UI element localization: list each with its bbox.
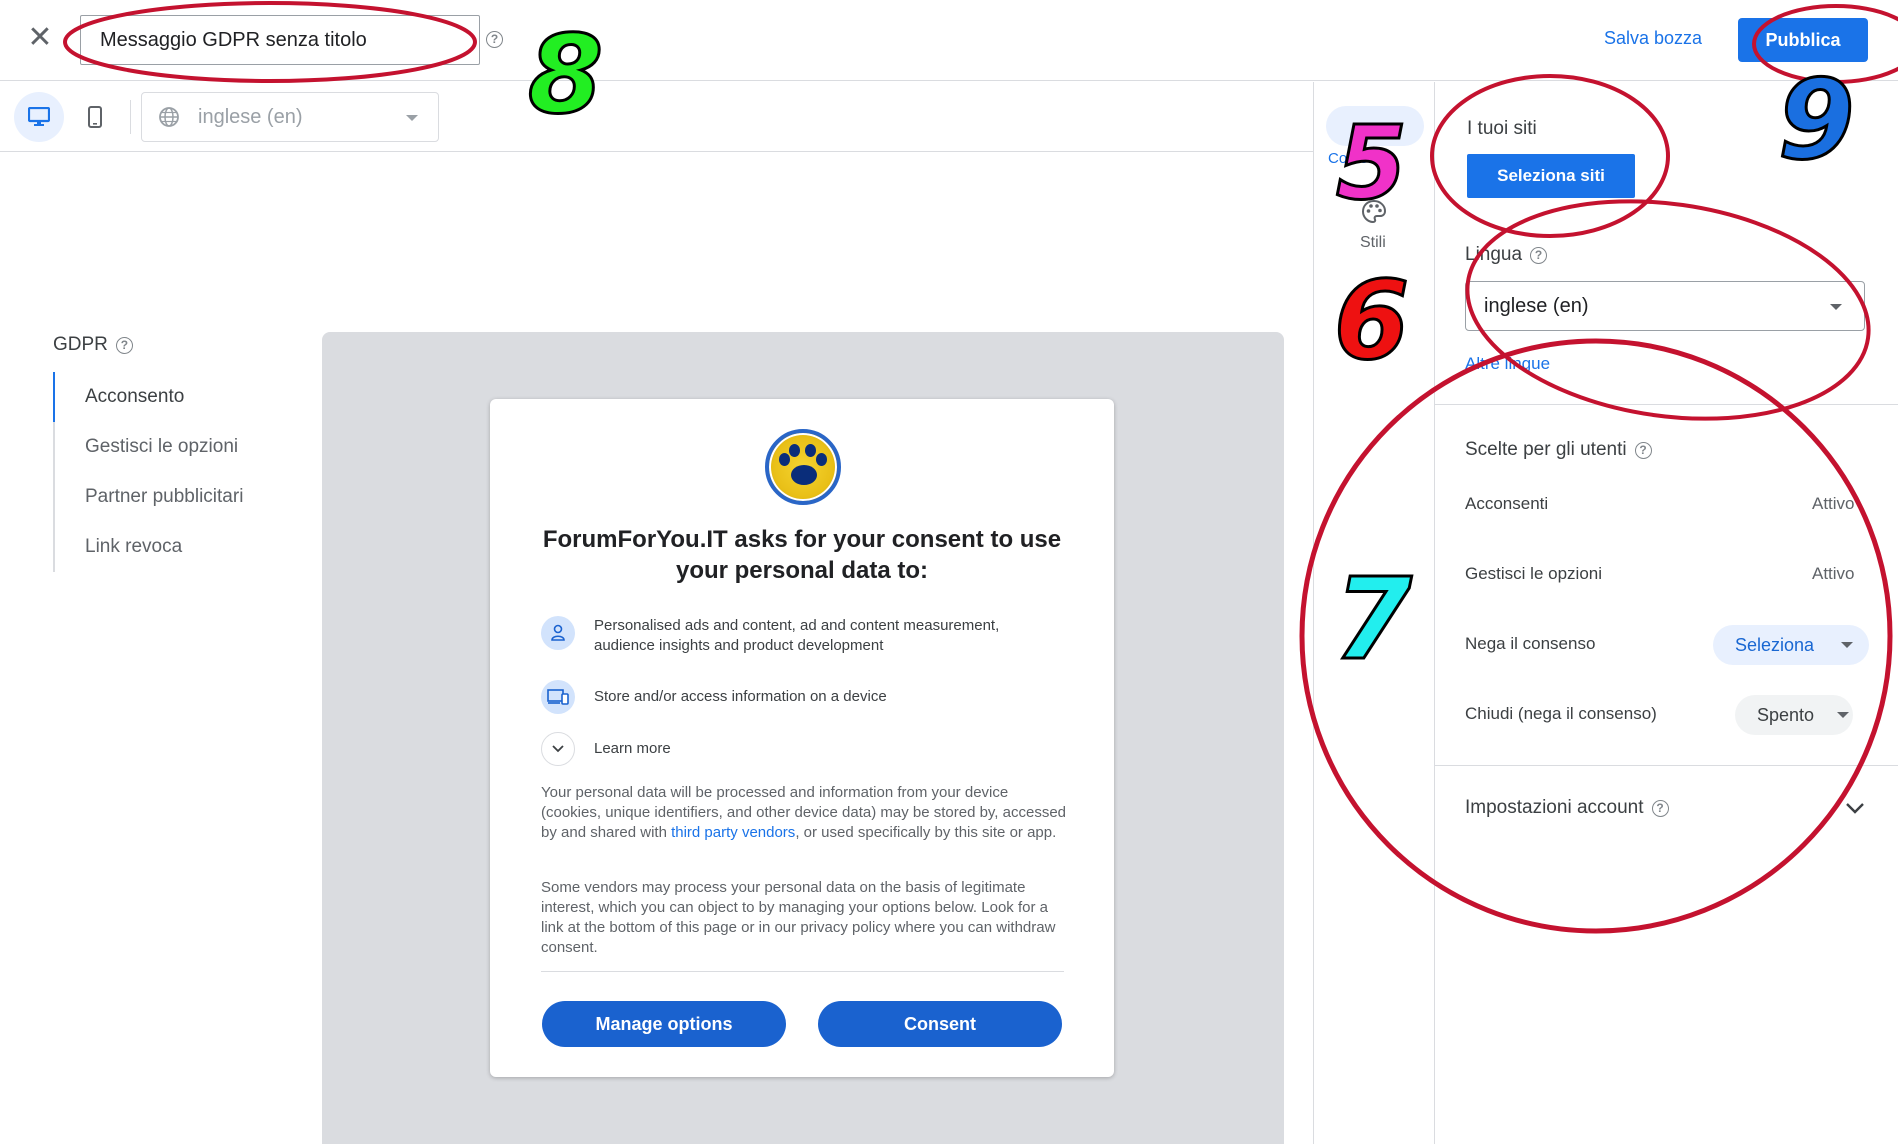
deny-consent-select[interactable]: Seleziona [1713,625,1869,665]
editor-mode-column: Contenuto Stili [1313,82,1435,1144]
content-tab-label[interactable]: Contenuto [1328,150,1397,167]
paw-pad [791,465,817,485]
choice-label-chiudi: Chiudi (nega il consenso) [1465,704,1657,723]
paw-toe [816,453,827,466]
paragraph-text: , or used specifically by this site or a… [795,824,1057,841]
choice-label-acconsenti: Acconsenti [1465,494,1549,513]
learn-more-label[interactable]: Learn more [594,732,1054,766]
consent-paragraph: Some vendors may process your personal d… [541,879,1056,956]
panel-divider [1435,404,1898,405]
message-title-input[interactable] [80,15,480,65]
publish-button[interactable]: Pubblica [1738,18,1868,62]
save-draft-button[interactable]: Salva bozza [1604,28,1702,49]
user-choices-label: Scelte per gli utenti ? [1465,439,1652,461]
close-deny-select[interactable]: Spento [1735,695,1853,735]
help-icon[interactable]: ? [1651,799,1669,817]
consent-paragraph: Your personal data will be processed and… [541,783,1071,843]
manage-options-button[interactable]: Manage options [542,1001,786,1047]
language-dropdown-value: inglese (en) [1484,294,1589,317]
desktop-view-button[interactable] [14,92,64,142]
content-tab[interactable] [1326,106,1424,146]
card-divider [541,971,1064,972]
preview-language-value: inglese (en) [198,105,303,128]
language-text: Lingua [1465,244,1523,265]
nav-item-gestisci-opzioni[interactable]: Gestisci le opzioni [55,422,303,472]
purpose-item: Store and/or access information on a dev… [541,680,1054,714]
purpose-item: Personalised ads and content, ad and con… [541,616,1054,656]
phone-icon [88,106,102,128]
devices-icon [541,680,575,714]
mobile-view-button[interactable] [70,92,120,142]
close-deny-value: Spento [1757,704,1815,725]
settings-panel: I tuoi siti Seleziona siti Lingua ? ingl… [1435,82,1898,1144]
choice-label-gestisci-opzioni: Gestisci le opzioni [1465,564,1603,583]
site-logo [765,429,841,505]
dropdown-caret-icon [1830,304,1842,310]
choice-label-nega-consenso: Nega il consenso [1465,634,1596,653]
paw-toe [779,453,790,466]
palette-icon[interactable] [1360,198,1388,226]
gdpr-section-nav: Acconsento Gestisci le opzioni Partner p… [53,372,303,572]
desktop-icon [28,107,50,126]
third-party-vendors-link[interactable]: third party vendors [671,824,795,841]
globe-icon [159,107,179,127]
gdpr-heading: GDPR ? [53,334,133,356]
consent-button[interactable]: Consent [818,1001,1062,1047]
panel-divider [1435,765,1898,766]
purpose-text: Store and/or access information on a dev… [594,688,887,705]
paw-toe [789,444,800,457]
nav-item-acconsento[interactable]: Acconsento [53,372,303,422]
account-settings-text[interactable]: Impostazioni account [1465,797,1644,819]
dropdown-caret-icon [1841,642,1853,648]
choice-value-acconsenti[interactable]: Attivo [1812,494,1855,514]
user-choices-text: Scelte per gli utenti [1465,439,1627,460]
close-icon[interactable]: ✕ [26,23,54,53]
deny-consent-value: Seleziona [1735,634,1815,655]
language-label: Lingua ? [1465,244,1548,266]
your-sites-label: I tuoi siti [1467,118,1537,140]
more-languages-link[interactable]: Altre lingue [1465,354,1550,374]
preview-toolbar: inglese (en) [0,82,1313,152]
purpose-text: Personalised ads and content, ad and con… [594,617,1000,654]
dropdown-caret-icon [406,115,418,121]
help-icon[interactable]: ? [115,336,133,354]
gdpr-heading-label: GDPR [53,334,108,355]
learn-more-row[interactable]: Learn more [541,732,1054,766]
consent-dialog-preview: ForumForYou.IT asks for your consent to … [490,399,1114,1077]
person-icon [541,616,575,650]
choice-value-gestisci-opzioni[interactable]: Attivo [1812,564,1855,584]
chevron-down-icon[interactable] [541,732,575,766]
nav-item-link-revoca[interactable]: Link revoca [55,522,303,572]
dropdown-caret-icon [1837,712,1849,718]
styles-tab-label[interactable]: Stili [1360,234,1386,252]
help-icon[interactable]: ? [1634,441,1652,459]
consent-title: ForumForYou.IT asks for your consent to … [542,526,1062,584]
help-icon[interactable]: ? [486,31,503,48]
account-settings-label[interactable]: Impostazioni account ? [1465,797,1669,819]
header-bar: ✕ ? Salva bozza Pubblica [0,0,1898,81]
language-dropdown[interactable]: inglese (en) [1465,281,1865,331]
your-sites-text: I tuoi siti [1467,118,1537,139]
select-sites-button[interactable]: Seleziona siti [1467,154,1635,198]
chevron-down-icon[interactable] [1845,802,1865,814]
help-icon[interactable]: ? [1530,246,1548,264]
nav-item-partner-pubblicitari[interactable]: Partner pubblicitari [55,472,303,522]
paw-toe [805,444,816,457]
preview-language-select[interactable]: inglese (en) [141,92,439,142]
toolbar-divider [130,100,131,134]
